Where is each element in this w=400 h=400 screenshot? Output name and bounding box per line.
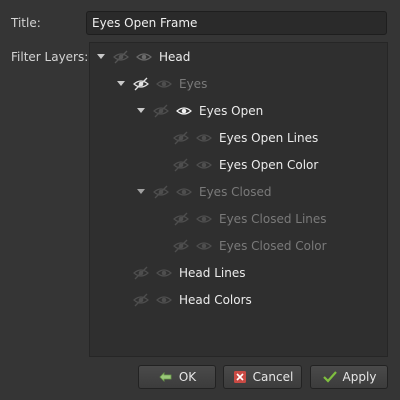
cancel-button[interactable]: Cancel bbox=[223, 365, 302, 389]
layer-name: Eyes Open Color bbox=[219, 158, 319, 172]
layer-name: Eyes Closed Lines bbox=[219, 212, 327, 226]
layer-row-eyes-closed[interactable]: Eyes Closed bbox=[90, 179, 387, 206]
layer-row-eyes-closed-color[interactable]: Eyes Closed Color bbox=[90, 233, 387, 260]
layer-row-head-colors[interactable]: Head Colors bbox=[90, 287, 387, 314]
ok-label: OK bbox=[178, 370, 197, 384]
filter-layers-label: Filter Layers: bbox=[11, 50, 89, 64]
eye-icon[interactable] bbox=[136, 50, 152, 64]
eye-icon[interactable] bbox=[156, 293, 172, 307]
layer-filter-dialog: Title: Filter Layers: Head Eyes Eyes Ope… bbox=[0, 0, 400, 400]
cancel-icon bbox=[232, 370, 248, 384]
hide-toggle-icon[interactable] bbox=[133, 77, 149, 91]
layer-row-eyes-closed-lines[interactable]: Eyes Closed Lines bbox=[90, 206, 387, 233]
layer-row-head[interactable]: Head bbox=[90, 44, 387, 71]
expand-arrow-icon[interactable] bbox=[97, 54, 105, 59]
cancel-label: Cancel bbox=[252, 370, 294, 384]
hide-toggle-icon[interactable] bbox=[153, 185, 169, 199]
title-label: Title: bbox=[11, 16, 41, 30]
hide-toggle-icon[interactable] bbox=[173, 158, 189, 172]
eye-icon[interactable] bbox=[176, 104, 192, 118]
eye-icon[interactable] bbox=[156, 77, 172, 91]
hide-toggle-icon[interactable] bbox=[133, 293, 149, 307]
layer-name: Eyes Open bbox=[199, 104, 264, 118]
hide-toggle-icon[interactable] bbox=[153, 104, 169, 118]
eye-icon[interactable] bbox=[156, 266, 172, 280]
layer-tree[interactable]: Head Eyes Eyes Open Eyes Open Lines Eyes… bbox=[89, 42, 388, 357]
layer-name: Head Lines bbox=[179, 266, 246, 280]
hide-toggle-icon[interactable] bbox=[173, 131, 189, 145]
hide-toggle-icon[interactable] bbox=[133, 266, 149, 280]
ok-icon bbox=[158, 370, 174, 384]
hide-toggle-icon[interactable] bbox=[173, 212, 189, 226]
expand-arrow-icon[interactable] bbox=[137, 189, 145, 194]
eye-icon[interactable] bbox=[196, 131, 212, 145]
layer-name: Eyes Closed Color bbox=[219, 239, 327, 253]
layer-row-head-lines[interactable]: Head Lines bbox=[90, 260, 387, 287]
apply-button[interactable]: Apply bbox=[310, 365, 388, 389]
layer-name: Eyes Closed bbox=[199, 185, 272, 199]
ok-button[interactable]: OK bbox=[138, 365, 216, 389]
eye-icon[interactable] bbox=[196, 158, 212, 172]
layer-row-eyes-open-lines[interactable]: Eyes Open Lines bbox=[90, 125, 387, 152]
expand-arrow-icon[interactable] bbox=[137, 108, 145, 113]
layer-row-eyes-open-color[interactable]: Eyes Open Color bbox=[90, 152, 387, 179]
eye-icon[interactable] bbox=[176, 185, 192, 199]
checkmark-icon bbox=[322, 370, 338, 384]
layer-row-eyes-open[interactable]: Eyes Open bbox=[90, 98, 387, 125]
hide-toggle-icon[interactable] bbox=[113, 50, 129, 64]
title-input[interactable] bbox=[86, 11, 387, 35]
layer-name: Eyes Open Lines bbox=[219, 131, 319, 145]
eye-icon[interactable] bbox=[196, 212, 212, 226]
eye-icon[interactable] bbox=[196, 239, 212, 253]
apply-label: Apply bbox=[342, 370, 377, 384]
layer-name: Eyes bbox=[179, 77, 208, 91]
hide-toggle-icon[interactable] bbox=[173, 239, 189, 253]
layer-name: Head bbox=[159, 50, 191, 64]
layer-name: Head Colors bbox=[179, 293, 252, 307]
expand-arrow-icon[interactable] bbox=[117, 81, 125, 86]
layer-row-eyes[interactable]: Eyes bbox=[90, 71, 387, 98]
